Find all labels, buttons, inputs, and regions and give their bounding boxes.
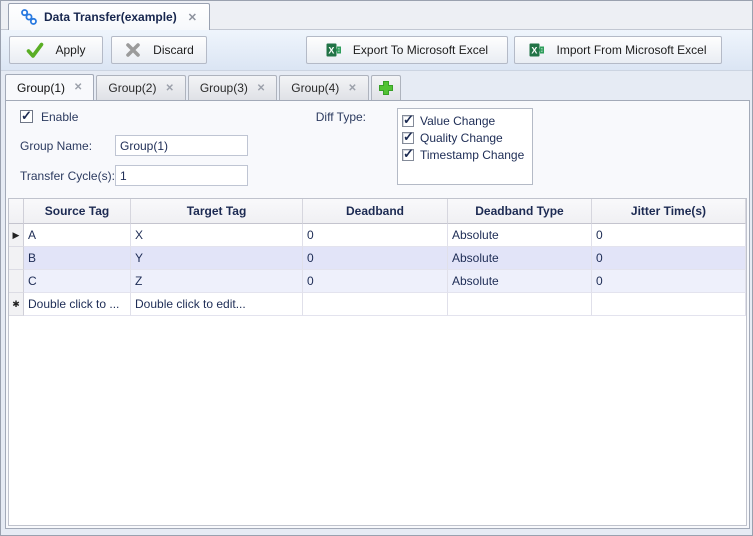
tab-group-1[interactable]: Group(1) ✕ — [5, 74, 94, 100]
svg-text:X: X — [532, 45, 538, 55]
toolbar: Apply Discard X Export To Microsoft Exce… — [1, 30, 752, 71]
export-excel-button-label: Export To Microsoft Excel — [353, 43, 488, 57]
tab-group-2-label: Group(2) — [108, 81, 156, 95]
table-row[interactable]: ▶ A X 0 Absolute 0 — [9, 224, 746, 247]
document-tab-bar: Data Transfer(example) ✕ — [1, 1, 752, 30]
column-header-deadband[interactable]: Deadband — [303, 199, 448, 224]
diff-option-quality-change[interactable]: Quality Change — [402, 129, 528, 146]
app-window: Data Transfer(example) ✕ Apply Discard X — [0, 0, 753, 536]
cell-jitter-time[interactable]: 0 — [592, 247, 746, 270]
cell-deadband[interactable]: 0 — [303, 247, 448, 270]
transfer-cycle-input[interactable] — [115, 165, 248, 186]
tab-group-3-label: Group(3) — [200, 81, 248, 95]
tab-group-2[interactable]: Group(2) ✕ — [96, 75, 185, 100]
add-group-tab-button[interactable] — [371, 75, 401, 100]
excel-import-icon: X — [529, 42, 545, 58]
table-row[interactable]: B Y 0 Absolute 0 — [9, 247, 746, 270]
column-header-target-tag[interactable]: Target Tag — [131, 199, 303, 224]
tab-group-3[interactable]: Group(3) ✕ — [188, 75, 277, 100]
quality-change-checkbox[interactable] — [402, 132, 414, 144]
cell-deadband[interactable]: 0 — [303, 224, 448, 247]
diff-option-timestamp-change[interactable]: Timestamp Change — [402, 146, 528, 163]
enable-checkbox[interactable] — [20, 110, 33, 123]
diff-type-label: Diff Type: — [306, 110, 366, 124]
enable-label: Enable — [41, 110, 78, 124]
tab-group-3-close-icon[interactable]: ✕ — [257, 83, 265, 94]
column-header-jitter-time[interactable]: Jitter Time(s) — [592, 199, 746, 224]
cell-jitter-time[interactable]: 0 — [592, 224, 746, 247]
discard-button[interactable]: Discard — [111, 36, 207, 64]
group-tab-strip: Group(1) ✕ Group(2) ✕ Group(3) ✕ Group(4… — [5, 75, 748, 100]
cell-target-tag-placeholder[interactable]: Double click to edit... — [131, 293, 303, 316]
excel-export-icon: X — [326, 42, 342, 58]
discard-button-label: Discard — [153, 43, 194, 57]
cell-source-tag-placeholder[interactable]: Double click to ... — [24, 293, 131, 316]
grid-header-indicator — [9, 199, 24, 224]
tab-group-1-label: Group(1) — [17, 81, 65, 95]
cell-target-tag[interactable]: Z — [131, 270, 303, 293]
cell-source-tag[interactable]: A — [24, 224, 131, 247]
timestamp-change-checkbox[interactable] — [402, 149, 414, 161]
cell-source-tag[interactable]: C — [24, 270, 131, 293]
column-header-deadband-type[interactable]: Deadband Type — [448, 199, 592, 224]
transfer-grid: Source Tag Target Tag Deadband Deadband … — [8, 198, 747, 526]
tab-group-1-close-icon[interactable]: ✕ — [74, 82, 82, 93]
document-tab-title: Data Transfer(example) — [44, 10, 177, 24]
column-header-source-tag[interactable]: Source Tag — [24, 199, 131, 224]
cell-deadband[interactable]: 0 — [303, 270, 448, 293]
apply-button-label: Apply — [55, 43, 85, 57]
svg-text:X: X — [328, 45, 334, 55]
tab-group-2-close-icon[interactable]: ✕ — [165, 83, 173, 94]
diff-type-listbox: Value Change Quality Change Timestamp Ch… — [397, 108, 533, 185]
group-panel: Enable Group Name: Transfer Cycle(s): Di… — [5, 100, 750, 529]
check-icon — [26, 41, 44, 59]
new-row-indicator: ✱ — [9, 293, 24, 316]
tab-group-4-label: Group(4) — [291, 81, 339, 95]
cell-deadband-type[interactable]: Absolute — [448, 247, 592, 270]
table-row[interactable]: C Z 0 Absolute 0 — [9, 270, 746, 293]
x-icon — [124, 41, 142, 59]
export-excel-button[interactable]: X Export To Microsoft Excel — [306, 36, 508, 64]
cell-deadband-empty[interactable] — [303, 293, 448, 316]
tab-group-4-close-icon[interactable]: ✕ — [348, 83, 356, 94]
tab-group-4[interactable]: Group(4) ✕ — [279, 75, 368, 100]
grid-header-row: Source Tag Target Tag Deadband Deadband … — [9, 199, 746, 224]
timestamp-change-label: Timestamp Change — [420, 148, 524, 162]
transfer-cycle-label: Transfer Cycle(s): — [20, 169, 115, 183]
group-name-label: Group Name: — [20, 139, 92, 153]
current-row-indicator: ▶ — [9, 224, 24, 247]
import-excel-button-label: Import From Microsoft Excel — [556, 43, 706, 57]
value-change-checkbox[interactable] — [402, 115, 414, 127]
cell-deadband-type[interactable]: Absolute — [448, 270, 592, 293]
quality-change-label: Quality Change — [420, 131, 503, 145]
cell-target-tag[interactable]: Y — [131, 247, 303, 270]
new-row[interactable]: ✱ Double click to ... Double click to ed… — [9, 293, 746, 316]
import-excel-button[interactable]: X Import From Microsoft Excel — [514, 36, 722, 64]
cell-target-tag[interactable]: X — [131, 224, 303, 247]
chain-link-icon — [21, 9, 37, 25]
document-tab-data-transfer[interactable]: Data Transfer(example) ✕ — [8, 3, 210, 30]
group-name-input[interactable] — [115, 135, 248, 156]
diff-option-value-change[interactable]: Value Change — [402, 112, 528, 129]
value-change-label: Value Change — [420, 114, 495, 128]
cell-jitter-time[interactable]: 0 — [592, 270, 746, 293]
apply-button[interactable]: Apply — [9, 36, 103, 64]
row-indicator — [9, 247, 24, 270]
plus-icon — [378, 80, 394, 96]
cell-deadband-type-empty[interactable] — [448, 293, 592, 316]
document-tab-close-icon[interactable]: ✕ — [188, 11, 197, 24]
cell-deadband-type[interactable]: Absolute — [448, 224, 592, 247]
cell-source-tag[interactable]: B — [24, 247, 131, 270]
row-indicator — [9, 270, 24, 293]
cell-jitter-time-empty[interactable] — [592, 293, 746, 316]
